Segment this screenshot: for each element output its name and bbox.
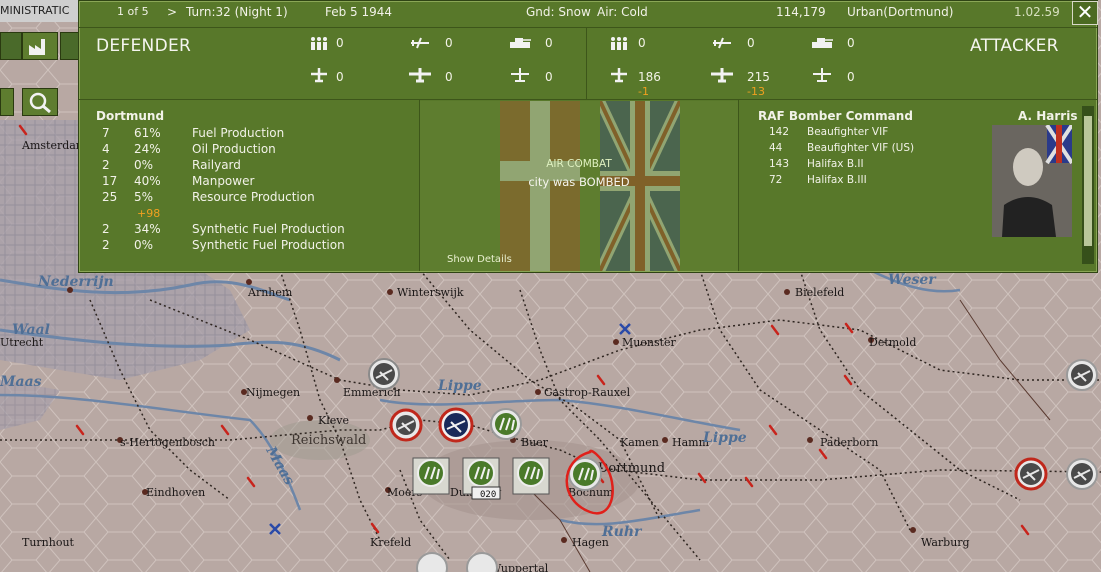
- defender-title: DEFENDER: [96, 36, 192, 56]
- resource-bonus: +98: [137, 207, 161, 220]
- map-label-krefeld: Krefeld: [370, 536, 411, 549]
- map-label-warburg: Warburg: [921, 536, 970, 549]
- map-label-winterswijk: Winterswijk: [397, 286, 464, 299]
- transport-icon: [511, 68, 529, 82]
- hex-terrain: Urban(Dortmund): [847, 5, 954, 19]
- map-label-bielefeld: Bielefeld: [795, 286, 844, 299]
- close-button[interactable]: ✕: [1072, 1, 1098, 25]
- map-label-nijmegen: Nijmegen: [246, 386, 300, 399]
- bomber-icon: [711, 68, 733, 83]
- map-label-turnhout: Turnhout: [22, 536, 75, 549]
- attacker-command: RAF Bomber Command: [758, 109, 913, 123]
- river-label-ruhr: Ruhr: [601, 524, 643, 540]
- show-details-link[interactable]: Show Details: [447, 254, 512, 265]
- river-label-maas: Maas: [0, 374, 42, 390]
- map-label-reichswald: Reichswald: [291, 433, 366, 448]
- magnifier-icon: [29, 92, 51, 114]
- tank-icon: [812, 38, 833, 48]
- counter-flak-3[interactable]: 020: [462, 457, 501, 500]
- counter-flak-1[interactable]: [490, 408, 522, 440]
- combat-report-panel: 1 of 5 > Turn:32 (Night 1) Feb 5 1944 Gn…: [78, 0, 1098, 273]
- attacker-bomber-loss: -13: [747, 85, 765, 98]
- aircraft-icon: [713, 37, 731, 49]
- report-topbar: 1 of 5 > Turn:32 (Night 1) Feb 5 1944 Gn…: [79, 1, 1097, 23]
- defender-other-count: 0: [545, 70, 553, 84]
- tank-icon: [510, 38, 531, 48]
- ground-condition: Gnd: Snow: [526, 5, 591, 19]
- map-label-kleve: Kleve: [318, 414, 349, 427]
- city-name: Dortmund: [96, 109, 165, 123]
- transport-icon: [813, 68, 831, 82]
- attacker-infantry-count: 0: [638, 36, 646, 50]
- version: 1.02.59: [1014, 5, 1060, 19]
- scrollbar-thumb[interactable]: [1084, 116, 1092, 246]
- defender-tank-count: 0: [545, 36, 553, 50]
- river-label-nederrijn: Nederrijn: [37, 274, 114, 290]
- air-condition: Air: Cold: [597, 5, 648, 19]
- map-label-amsterdam: Amsterdam: [21, 139, 87, 152]
- map-label-wuppertal: Wuppertal: [490, 562, 549, 572]
- attacker-fighter-count: 186: [638, 70, 661, 84]
- map-label-eindhoven: Eindhoven: [146, 486, 205, 499]
- map-label-paderborn: Paderborn: [820, 436, 878, 449]
- river-label-lippe: Lippe: [437, 378, 482, 394]
- defender-fighter-count: 0: [336, 70, 344, 84]
- combat-type: AIR COMBAT: [546, 158, 612, 170]
- divider: [738, 99, 739, 271]
- left-strip-button-3[interactable]: [60, 32, 80, 60]
- factory-icon: [29, 39, 45, 55]
- attacker-title: ATTACKER: [970, 36, 1059, 56]
- combat-result: city was BOMBED: [528, 175, 630, 189]
- turn-info: Turn:32 (Night 1): [186, 5, 288, 19]
- aircraft-icon: [411, 37, 429, 49]
- next-page-arrow[interactable]: >: [167, 5, 177, 19]
- map-label-muenster: Muenster: [622, 336, 677, 349]
- river-label-lippe-east: Lippe: [702, 430, 747, 446]
- left-strip-button-1[interactable]: [0, 32, 22, 60]
- map-label-castrop-rauxel: Castrop-Rauxel: [544, 386, 631, 399]
- infantry-icon: [611, 37, 627, 50]
- divider: [79, 99, 1097, 100]
- river-label-waal: Waal: [12, 322, 50, 338]
- counter-flak-2[interactable]: [412, 457, 450, 495]
- fighter-icon: [611, 68, 627, 83]
- attacker-aircraft-count: 0: [747, 36, 755, 50]
- bomber-icon: [409, 68, 431, 83]
- attacker-other-count: 0: [847, 70, 855, 84]
- left-strip-title: MINISTRATIC: [0, 0, 80, 22]
- defender-aircraft-count: 0: [445, 36, 453, 50]
- leader-portrait: [992, 123, 1074, 237]
- left-strip-button-4[interactable]: [0, 88, 14, 116]
- divider: [586, 27, 587, 99]
- river-label-weser: Weser: [888, 272, 937, 288]
- combat-result-area: AIR COMBAT city was BOMBED: [420, 101, 738, 271]
- counter-allied-fighter[interactable]: [438, 407, 474, 443]
- hex-location: 114,179: [776, 5, 826, 19]
- city-stats-list[interactable]: 7 61% Fuel Production 4 24% Oil Production 2…: [102, 126, 402, 260]
- unit-list-scrollbar[interactable]: [1082, 106, 1094, 264]
- attacker-bomber-count: 215: [747, 70, 770, 84]
- infantry-icon: [311, 37, 327, 50]
- map-label-arnhem: Arnhem: [247, 286, 293, 299]
- fighter-icon: [311, 68, 327, 83]
- defender-infantry-count: 0: [336, 36, 344, 50]
- factory-icon-button[interactable]: [22, 32, 58, 60]
- counter-german-fighter-1[interactable]: [368, 358, 400, 390]
- attacker-fighter-loss: -1: [638, 85, 649, 98]
- attacker-leader: A. Harris: [1018, 109, 1078, 123]
- divider: [79, 27, 1097, 28]
- date: Feb 5 1944: [325, 5, 393, 19]
- map-label-buer: Buer: [521, 436, 549, 449]
- page-indicator: 1 of 5: [117, 5, 149, 18]
- map-label-kamen: Kamen: [620, 436, 659, 449]
- defender-bomber-count: 0: [445, 70, 453, 84]
- counter-strength: 020: [480, 490, 496, 500]
- attacker-tank-count: 0: [847, 36, 855, 50]
- map-label-s-hertogenbosch: s-Hertogenbosch: [120, 436, 215, 449]
- zoom-icon-button[interactable]: [22, 88, 58, 116]
- map-label-detmold: Detmold: [869, 336, 916, 349]
- counter-flak-4[interactable]: [512, 457, 550, 495]
- counter-german-fighter-2[interactable]: [389, 408, 423, 442]
